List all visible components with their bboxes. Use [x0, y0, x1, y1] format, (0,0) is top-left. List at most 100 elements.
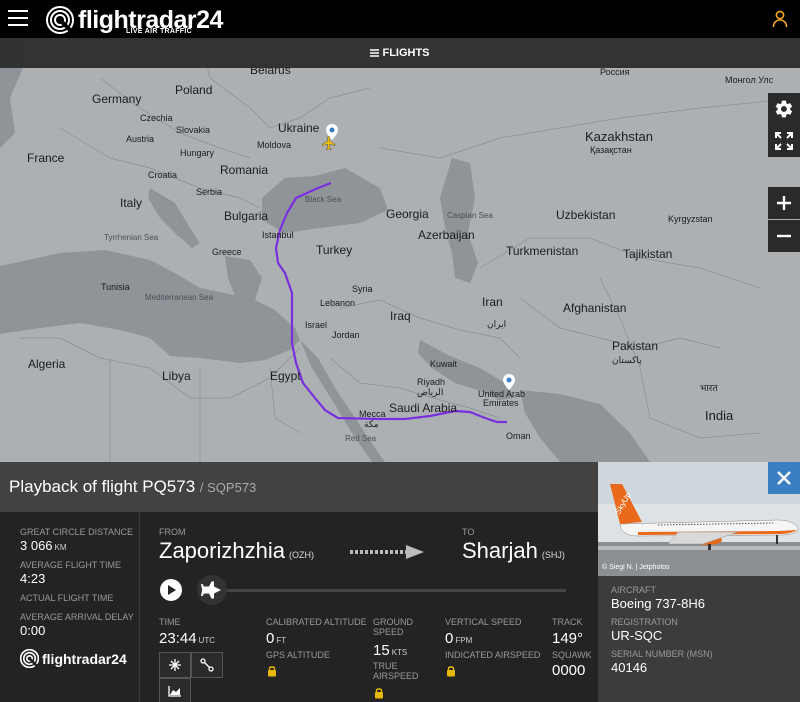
map-label-slovakia: Slovakia: [176, 125, 211, 135]
map-label-lebanon: Lebanon: [320, 298, 356, 308]
list-icon: [370, 49, 380, 57]
lock-icon[interactable]: [374, 687, 384, 699]
map-label-hungary: Hungary: [180, 148, 215, 158]
route-arrow-icon: [350, 545, 424, 559]
flights-label: FLIGHTS: [382, 47, 430, 59]
true-airspeed-label: TRUE AIRSPEED: [373, 661, 419, 682]
fullscreen-button[interactable]: [768, 125, 800, 157]
flight-title: Playback of flight PQ573: [9, 477, 196, 496]
map-label-germany: Germany: [92, 92, 142, 106]
map-label-czechia: Czechia: [140, 113, 173, 123]
map-label-kuwait: Kuwait: [430, 359, 458, 369]
serial-label: SERIAL NUMBER (MSN): [611, 649, 713, 659]
flights-bar[interactable]: FLIGHTS: [0, 38, 800, 68]
timeline-plane-icon[interactable]: [196, 574, 228, 606]
map-label-riyadh-local: الرياض: [417, 387, 444, 397]
map-label-pakistan-local: پاکستان: [612, 355, 642, 365]
ground-speed-value: 15 KTS: [373, 642, 408, 659]
map-label-kazakhstan: Kazakhstan: [585, 129, 653, 144]
map-label-turkey: Turkey: [316, 243, 353, 257]
map-label-bulgaria: Bulgaria: [224, 209, 269, 223]
radar-logo-small-icon: [20, 649, 39, 668]
lock-icon[interactable]: [446, 665, 456, 677]
map-label-tajikistan: Tajikistan: [623, 247, 673, 261]
map-label-uae-2: Emirates: [483, 398, 519, 408]
aircraft-label: AIRCRAFT: [611, 585, 656, 595]
flightradar-app: Belarus Germany Poland Czechia Slovakia …: [0, 0, 800, 702]
map-label-tunisia: Tunisia: [101, 282, 130, 292]
chart-toggle-button[interactable]: [159, 678, 191, 702]
map-label-tyrrhenian-sea: Tyrrhenian Sea: [104, 233, 159, 242]
route-stats: GREAT CIRCLE DISTANCE 3 066 KM AVERAGE FL…: [0, 512, 140, 702]
map-label-oman: Oman: [506, 431, 531, 441]
map-label-croatia: Croatia: [148, 170, 178, 180]
plus-icon: [777, 196, 791, 210]
route-icon: [200, 658, 214, 672]
panel-title: Playback of flight PQ573 / SQP573: [9, 478, 256, 495]
zoom-out-button[interactable]: [768, 220, 800, 252]
map-label-azerbaijan: Azerbaijan: [418, 228, 475, 242]
center-map-button[interactable]: [159, 652, 191, 678]
route-toggle-button[interactable]: [191, 652, 223, 678]
play-button[interactable]: [159, 578, 183, 602]
map-label-ukraine: Ukraine: [278, 121, 320, 135]
expand-arrows-icon: [169, 659, 181, 671]
map-label-india-local: भारत: [700, 383, 718, 393]
map-label-egypt: Egypt: [270, 369, 301, 383]
zoom-in-button[interactable]: [768, 187, 800, 219]
great-circle-label: GREAT CIRCLE DISTANCE: [20, 527, 134, 537]
vertical-speed-value: 0 FPM: [445, 630, 473, 647]
close-icon: [777, 471, 791, 485]
aircraft-marker-icon[interactable]: [321, 135, 337, 151]
map-label-russia-local: Россия: [600, 67, 630, 77]
to-label: TO: [462, 527, 475, 537]
map-label-red-sea: Red Sea: [345, 434, 377, 443]
avg-flight-time-label: AVERAGE FLIGHT TIME: [20, 560, 122, 570]
gear-icon: [775, 100, 793, 118]
playback-timeline[interactable]: [206, 589, 566, 592]
brand-text: flightradar24: [42, 650, 127, 667]
avg-flight-time-value: 4:23: [20, 571, 46, 586]
map-label-mecca: Mecca: [359, 409, 386, 419]
calibrated-altitude-value: 0 FT: [266, 630, 287, 647]
close-panel-button[interactable]: [768, 462, 800, 494]
from-label: FROM: [159, 527, 186, 537]
time-label: TIME: [159, 617, 181, 627]
aircraft-panel: SkyUp © Siegi N. | Jetphotos AIRCRAFT Bo…: [598, 462, 800, 702]
ground-speed-label: GROUND SPEED: [373, 617, 413, 638]
logo-subtitle: LIVE AIR TRAFFIC: [126, 28, 192, 35]
chart-icon: [168, 686, 181, 697]
map-label-jordan: Jordan: [332, 330, 360, 340]
to-city: Sharjah (SHJ): [462, 538, 565, 563]
map-label-riyadh: Riyadh: [417, 377, 446, 387]
map-label-syria: Syria: [352, 284, 373, 294]
avg-arrival-delay-label: AVERAGE ARRIVAL DELAY: [20, 612, 134, 622]
track-value: 149°: [552, 630, 584, 647]
settings-button[interactable]: [768, 93, 800, 125]
hamburger-icon[interactable]: [8, 10, 28, 26]
map-label-iran-local: ایران: [487, 319, 507, 329]
serial-value: 40146: [611, 660, 648, 675]
map-label-mecca-local: مكة: [364, 419, 379, 429]
map-label-kazakhstan-local: Қазақстан: [590, 145, 632, 155]
lock-icon[interactable]: [267, 665, 277, 677]
map-label-black-sea: Black Sea: [305, 195, 342, 204]
map-label-istanbul: Istanbul: [262, 230, 294, 240]
from-city: Zaporizhzhia (OZH): [159, 538, 314, 563]
map-label-poland: Poland: [175, 83, 213, 97]
destination-pin-icon[interactable]: [503, 374, 515, 390]
registration-value: UR-SQC: [611, 628, 663, 643]
user-icon[interactable]: [772, 10, 788, 28]
map-label-caspian-sea: Caspian Sea: [447, 211, 493, 220]
map-label-libya: Libya: [162, 369, 191, 383]
map-label-moldova: Moldova: [257, 140, 292, 150]
map-label-austria: Austria: [126, 134, 155, 144]
map-label-algeria: Algeria: [28, 357, 66, 371]
vertical-speed-label: VERTICAL SPEED: [445, 617, 522, 627]
map-label-iraq: Iraq: [390, 309, 411, 323]
map-label-romania: Romania: [220, 163, 269, 177]
callsign: / SQP573: [199, 480, 257, 495]
map-view[interactable]: Belarus Germany Poland Czechia Slovakia …: [0, 38, 800, 462]
map-label-serbia: Serbia: [196, 187, 223, 197]
map-label-georgia: Georgia: [386, 207, 429, 221]
